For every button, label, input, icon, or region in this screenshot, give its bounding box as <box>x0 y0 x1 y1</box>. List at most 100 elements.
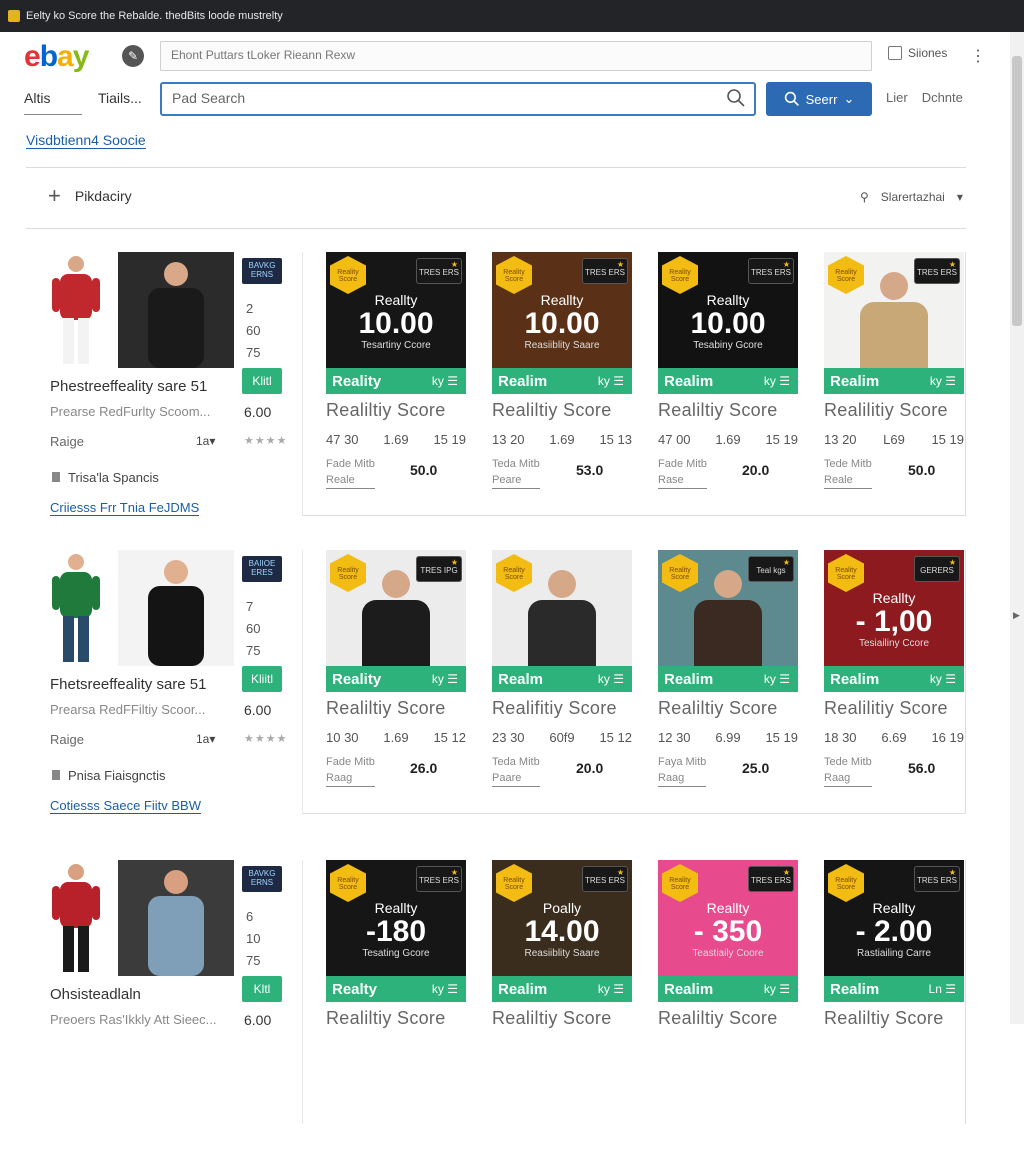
mini-green-badge[interactable]: Klitl <box>242 368 282 394</box>
nav-right-2[interactable]: Dchnte <box>922 90 963 105</box>
tab-title[interactable]: Eelty ko Score the Rebalde. thedBits loo… <box>26 10 283 22</box>
mini-stats: 6 10 75 <box>246 909 261 968</box>
card-title[interactable]: Realilitiy Score <box>824 698 948 719</box>
reality-bar[interactable]: Reality ky ☰ <box>326 368 466 394</box>
ebay-logo[interactable]: ebay <box>24 40 89 74</box>
model-photo[interactable] <box>40 860 112 976</box>
card-thumbnail[interactable]: Reality Score ★ TRES IPG Reality ky ☰ <box>326 550 466 692</box>
card-thumbnail[interactable]: Reality Score ★ TRES ERS Reallty 10.00 Te… <box>658 252 798 394</box>
reality-bar[interactable]: Realim ky ☰ <box>824 666 964 692</box>
reality-bar[interactable]: Realty ky ☰ <box>326 976 466 1002</box>
shop-by-category-icon[interactable]: ✎ <box>122 45 144 67</box>
filter-label[interactable]: Pikdaciry <box>75 188 132 204</box>
card-title[interactable]: Realiltiy Score <box>658 1008 778 1029</box>
nav-link-1[interactable]: Altis <box>24 90 82 115</box>
saves-link[interactable]: Siiones <box>888 46 947 60</box>
listing-title[interactable]: Ohsisteadlaln <box>50 986 141 1003</box>
card-thumbnail[interactable]: Reality Score ★ TRES ERS Reallty - 350 Te… <box>658 860 798 1002</box>
product-card[interactable]: Reality Score Realm ky ☰ Realifitiy Scor… <box>492 550 632 800</box>
reality-bar[interactable]: Reality ky ☰ <box>326 666 466 692</box>
reality-bar[interactable]: Realm ky ☰ <box>492 666 632 692</box>
seller-link[interactable]: Criiesss Frr Tnia FeJDMS <box>50 500 200 516</box>
card-thumbnail[interactable]: Reality Score ★ Teal kgs Realim ky ☰ <box>658 550 798 692</box>
sort-label: Slarertazhai <box>880 190 945 204</box>
star-icon: ★ <box>948 558 956 567</box>
range-select[interactable]: 1a▾ <box>196 732 215 746</box>
mini-stats: 7 60 75 <box>246 599 261 658</box>
card-thumbnail[interactable]: Reality Score ★ GERERS Reallty - 1,00 Tes… <box>824 550 964 692</box>
mini-green-badge[interactable]: Kliitl <box>242 666 282 692</box>
card-title[interactable]: Realiltiy Score <box>658 400 778 421</box>
card-title[interactable]: Realiltiy Score <box>326 698 446 719</box>
reality-bar[interactable]: Realim ky ☰ <box>658 368 798 394</box>
range-select[interactable]: 1a▾ <box>196 434 215 448</box>
product-card[interactable]: Reality Score ★ GERERS Reallty - 1,00 Tes… <box>824 550 964 800</box>
reality-bar[interactable]: Realim Ln ☰ <box>824 976 964 1002</box>
product-card[interactable]: Reality Score ★ TRES ERS Realim ky ☰ Real… <box>824 252 964 502</box>
seller-column: BAIIOE ERES 7 60 75 Kliitl Fhetsreeffealit… <box>40 550 300 830</box>
card-thumbnail[interactable]: Reality Score ★ TRES ERS Reallty 10.00 Re… <box>492 252 632 394</box>
card-title[interactable]: Realifitiy Score <box>492 698 617 719</box>
seller-link[interactable]: Cotiesss Saece Fiitv BBW <box>50 798 201 814</box>
listing-title[interactable]: Fhetsreeffeality sare 51 <box>50 676 206 693</box>
product-photo[interactable] <box>118 860 234 976</box>
listing-title[interactable]: Phestreeffeality sare 51 <box>50 378 207 395</box>
mini-green-badge[interactable]: Kltl <box>242 976 282 1002</box>
list-icon: ky ☰ <box>597 374 624 388</box>
product-card[interactable]: Reality Score ★ TRES IPG Reality ky ☰ Rea… <box>326 550 466 800</box>
card-title[interactable]: Realiltiy Score <box>658 698 778 719</box>
scrollbar-thumb[interactable] <box>1012 56 1022 326</box>
reality-bar[interactable]: Realim ky ☰ <box>492 976 632 1002</box>
card-tag: ★ TRES ERS <box>416 866 462 892</box>
card-title[interactable]: Realilitiy Score <box>824 400 948 421</box>
main-search-input[interactable]: Pad Search <box>160 82 756 116</box>
reality-bar[interactable]: Realim ky ☰ <box>658 666 798 692</box>
filter-bar[interactable]: + Pikdaciry <box>48 185 132 207</box>
card-title[interactable]: Realiltiy Score <box>326 1008 446 1029</box>
sub-header-link[interactable]: Visdbtienn4 Soocie <box>26 132 146 149</box>
top-search-input[interactable]: Ehont Puttars tLoker Rieann Rexw <box>160 41 872 71</box>
product-card[interactable]: Reality Score ★ Teal kgs Realim ky ☰ Real… <box>658 550 798 800</box>
model-photo[interactable] <box>40 252 112 368</box>
card-tag: ★ TRES ERS <box>914 866 960 892</box>
card-title[interactable]: Realiltiy Score <box>492 1008 612 1029</box>
card-title[interactable]: Realiltiy Score <box>824 1008 944 1029</box>
search-icon[interactable] <box>726 88 746 108</box>
reality-bar[interactable]: Realim ky ☰ <box>658 976 798 1002</box>
nav-link-2[interactable]: Tiails... <box>98 90 142 106</box>
reality-badge-icon: Reality Score <box>496 256 532 294</box>
card-thumbnail[interactable]: Reality Score ★ TRES ERS Realim ky ☰ <box>824 252 964 394</box>
product-card[interactable]: Reality Score ★ TRES ERS Reallty 10.00 Re… <box>492 252 632 502</box>
scrollbar[interactable]: ▶ <box>1010 32 1024 1024</box>
more-menu-icon[interactable]: ⋮ <box>970 46 986 66</box>
saves-label: Siiones <box>908 46 948 60</box>
card-thumbnail[interactable]: Reality Score ★ TRES ERS Reallty - 2.00 R… <box>824 860 964 1002</box>
search-button[interactable]: Seerr ⌄ <box>766 82 872 116</box>
product-card[interactable]: Reality Score ★ TRES ERS Reallty - 350 Te… <box>658 860 798 1110</box>
reality-bar[interactable]: Realim ky ☰ <box>492 368 632 394</box>
product-photo[interactable] <box>118 252 234 368</box>
card-tag: ★ TRES ERS <box>748 258 794 284</box>
product-photo[interactable] <box>118 550 234 666</box>
card-title[interactable]: Realiltiy Score <box>326 400 446 421</box>
divider <box>26 228 966 229</box>
mini-badge: BAVKG ERNS <box>242 866 282 892</box>
product-card[interactable]: Reality Score ★ TRES ERS Poally 14.00 Rea… <box>492 860 632 1110</box>
product-card[interactable]: Reality Score ★ TRES ERS Reallty - 2.00 R… <box>824 860 964 1110</box>
product-card[interactable]: Reality Score ★ TRES ERS Reallty 10.00 Te… <box>326 252 466 502</box>
card-thumbnail[interactable]: Reality Score Realm ky ☰ <box>492 550 632 692</box>
nav-right-1[interactable]: Lier <box>886 90 908 105</box>
model-photo[interactable] <box>40 550 112 666</box>
product-card[interactable]: Reality Score ★ TRES ERS Reallty -180 Tes… <box>326 860 466 1110</box>
sort-control[interactable]: ⚲ Slarertazhai ▾ <box>860 190 963 204</box>
card-thumbnail[interactable]: Reality Score ★ TRES ERS Reallty 10.00 Te… <box>326 252 466 394</box>
card-thumbnail[interactable]: Reality Score ★ TRES ERS Poally 14.00 Rea… <box>492 860 632 1002</box>
result-row: BAIIOE ERES 7 60 75 Kliitl Fhetsreeffealit… <box>0 550 1010 840</box>
scroll-arrow-icon[interactable]: ▶ <box>1013 610 1020 621</box>
card-thumbnail[interactable]: Reality Score ★ TRES ERS Reallty -180 Tes… <box>326 860 466 1002</box>
star-icon: ★ <box>450 868 458 877</box>
card-title[interactable]: Realiltiy Score <box>492 400 612 421</box>
reality-bar[interactable]: Realim ky ☰ <box>824 368 964 394</box>
plus-icon[interactable]: + <box>48 185 61 207</box>
product-card[interactable]: Reality Score ★ TRES ERS Reallty 10.00 Te… <box>658 252 798 502</box>
